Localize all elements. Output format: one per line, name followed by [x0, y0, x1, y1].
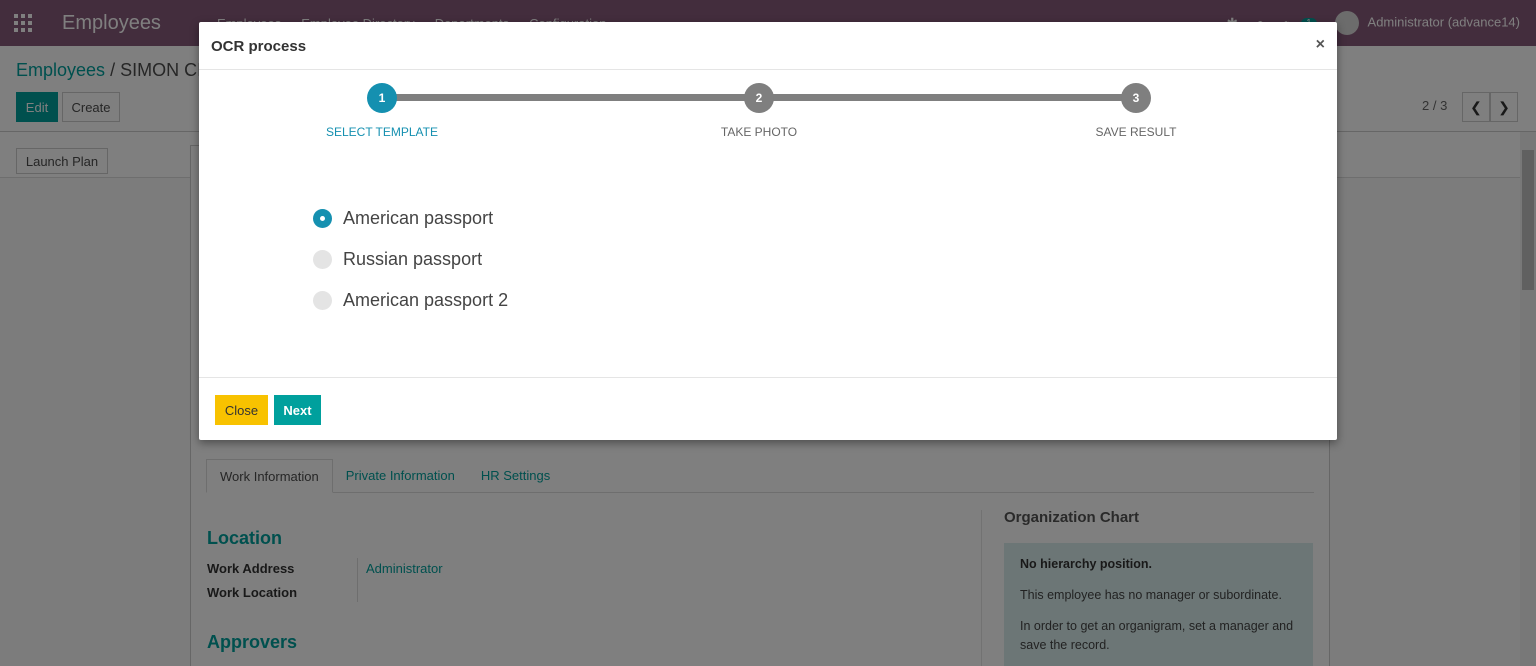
step-3-label: SAVE RESULT	[1095, 125, 1177, 139]
close-icon[interactable]: ×	[1316, 36, 1325, 54]
modal-title: OCR process	[211, 38, 307, 55]
template-radio-group: American passport Russian passport Ameri…	[313, 198, 508, 321]
modal-footer: Close Next	[199, 377, 1337, 440]
ocr-stepper: 1 2 3 SELECT TEMPLATE TAKE PHOTO SAVE RE…	[199, 70, 1337, 160]
template-option-label[interactable]: Russian passport	[343, 249, 482, 270]
modal-header: OCR process ×	[199, 22, 1337, 70]
radio-button[interactable]	[313, 291, 332, 310]
close-button[interactable]: Close	[215, 395, 268, 425]
template-option-label[interactable]: American passport 2	[343, 290, 508, 311]
next-button[interactable]: Next	[274, 395, 321, 425]
radio-button[interactable]	[313, 209, 332, 228]
step-1-label: SELECT TEMPLATE	[325, 125, 439, 139]
step-connector-1-2	[382, 94, 760, 101]
template-option-label[interactable]: American passport	[343, 208, 493, 229]
ocr-process-dialog: OCR process × 1 2 3 SELECT TEMPLATE TAKE…	[199, 22, 1337, 440]
radio-button[interactable]	[313, 250, 332, 269]
step-connector-2-3	[759, 94, 1136, 101]
step-3-circle: 3	[1121, 83, 1151, 113]
template-option-american-passport[interactable]: American passport	[313, 198, 508, 239]
template-option-american-passport-2[interactable]: American passport 2	[313, 280, 508, 321]
step-2-label: TAKE PHOTO	[720, 125, 798, 139]
step-1-circle: 1	[367, 83, 397, 113]
step-2-circle: 2	[744, 83, 774, 113]
template-option-russian-passport[interactable]: Russian passport	[313, 239, 508, 280]
